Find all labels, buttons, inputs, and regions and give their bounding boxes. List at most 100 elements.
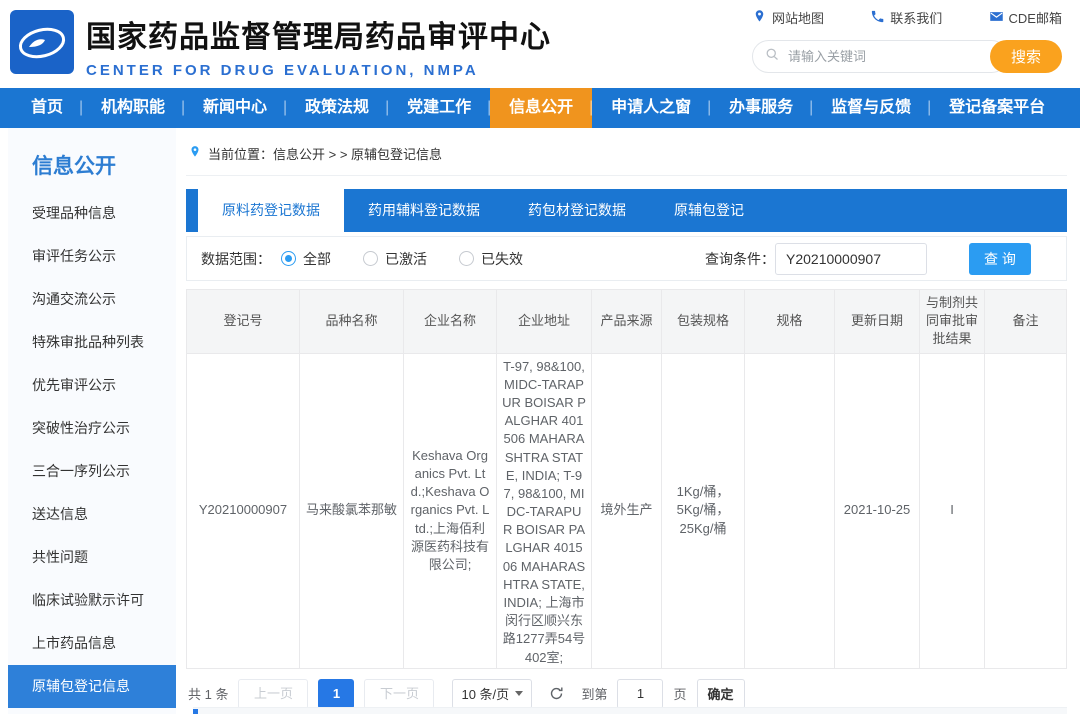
sidebar-item-clinical-trial-license[interactable]: 临床试验默示许可 — [8, 579, 176, 622]
sidebar-title: 信息公开 — [8, 150, 176, 180]
goto-page-input[interactable] — [617, 679, 663, 709]
page-size-select[interactable]: 10 条/页 — [452, 679, 532, 709]
contact-label: 联系我们 — [890, 8, 942, 27]
cell-company-address: T-97, 98&100, MIDC-TARAPUR BOISAR PALGHA… — [497, 353, 592, 668]
cell-product-name: 马来酸氯苯那敏 — [300, 353, 404, 668]
page-number-button[interactable]: 1 — [318, 679, 354, 709]
site-search-button[interactable]: 搜索 — [990, 40, 1062, 73]
contact-link[interactable]: 联系我们 — [870, 8, 942, 27]
nav-item-applicant[interactable]: 申请人之窗 — [592, 88, 710, 128]
sitemap-label: 网站地图 — [772, 8, 824, 27]
cell-reg-no: Y20210000907 — [187, 353, 300, 668]
cell-update-date: 2021-10-25 — [835, 353, 920, 668]
page-size-value: 10 条/页 — [461, 684, 509, 703]
confirm-button[interactable]: 确定 — [697, 679, 745, 709]
sidebar-item-three-in-one[interactable]: 三合一序列公示 — [8, 450, 176, 493]
sidebar-item-raw-material-registration[interactable]: 原辅包登记信息 — [8, 665, 176, 708]
tab-raw-aux-pack-registration[interactable]: 原辅包登记 — [650, 189, 768, 232]
tab-packaging-registration-data[interactable]: 药包材登记数据 — [504, 189, 650, 232]
radio-scope-all[interactable]: 全部 — [281, 249, 331, 269]
col-header-spec: 规格 — [745, 290, 835, 354]
page-unit-label: 页 — [673, 684, 686, 703]
brand: 国家药品监督管理局药品审评中心 CENTER FOR DRUG EVALUATI… — [86, 12, 551, 79]
cell-spec — [745, 353, 835, 668]
radio-unchecked-icon — [459, 251, 474, 266]
site-search: 搜索 — [752, 40, 1062, 73]
sidebar-item-priority-review[interactable]: 优先审评公示 — [8, 364, 176, 407]
next-page-button[interactable]: 下一页 — [364, 679, 434, 709]
sidebar-item-delivery-info[interactable]: 送达信息 — [8, 493, 176, 536]
mailbox-link[interactable]: CDE邮箱 — [989, 8, 1062, 27]
cde-logo-icon — [10, 10, 74, 74]
nav-item-registration-platform[interactable]: 登记备案平台 — [930, 88, 1064, 128]
col-header-approval-result: 与制剂共同审批审批结果 — [920, 290, 985, 354]
cell-company-address-text: T-97, 98&100, MIDC-TARAPUR BOISAR PALGHA… — [502, 358, 586, 664]
col-header-company-name: 企业名称 — [404, 290, 497, 354]
sidebar-item-breakthrough-therapy[interactable]: 突破性治疗公示 — [8, 407, 176, 450]
location-pin-icon — [752, 9, 767, 27]
nav-item-supervision[interactable]: 监督与反馈 — [812, 88, 930, 128]
col-header-company-address: 企业地址 — [497, 290, 592, 354]
header-right: 网站地图 联系我们 CDE邮箱 搜索 — [752, 8, 1062, 73]
nav-item-functions[interactable]: 机构职能 — [82, 88, 184, 128]
radio-scope-activated-label: 已激活 — [385, 249, 427, 269]
site-title: 国家药品监督管理局药品审评中心 — [86, 12, 551, 56]
tab-api-registration-data[interactable]: 原料药登记数据 — [198, 189, 344, 232]
body: 信息公开 受理品种信息 审评任务公示 沟通交流公示 特殊审批品种列表 优先审评公… — [0, 128, 1080, 714]
nav-item-news[interactable]: 新闻中心 — [184, 88, 286, 128]
cell-approval-result: I — [920, 353, 985, 668]
location-pin-icon — [188, 145, 202, 162]
radio-scope-expired[interactable]: 已失效 — [459, 249, 523, 269]
breadcrumb: 当前位置：信息公开 > > 原辅包登记信息 — [186, 138, 1067, 176]
site-header: 国家药品监督管理局药品审评中心 CENTER FOR DRUG EVALUATI… — [0, 0, 1080, 88]
site-search-input[interactable] — [788, 49, 995, 64]
sidebar-item-marketed-drugs[interactable]: 上市药品信息 — [8, 622, 176, 665]
tabbar: 原料药登记数据 药用辅料登记数据 药包材登记数据 原辅包登记 — [186, 189, 1067, 232]
col-header-remark: 备注 — [985, 290, 1067, 354]
col-header-product-name: 品种名称 — [300, 290, 404, 354]
radio-scope-activated[interactable]: 已激活 — [363, 249, 427, 269]
cell-company-name: Keshava Organics Pvt. Ltd.;Keshava Organ… — [404, 353, 497, 668]
cell-source: 境外生产 — [592, 353, 662, 668]
query-input[interactable] — [775, 243, 927, 275]
total-count: 共 1 条 — [188, 684, 228, 703]
col-header-update-date: 更新日期 — [835, 290, 920, 354]
cell-company-name-text: Keshava Organics Pvt. Ltd.;Keshava Organ… — [409, 447, 491, 574]
goto-label: 到第 — [581, 684, 607, 703]
sidebar-item-communication[interactable]: 沟通交流公示 — [8, 278, 176, 321]
table-header-row: 登记号 品种名称 企业名称 企业地址 产品来源 包装规格 规格 更新日期 与制剂… — [187, 290, 1067, 354]
site-search-box[interactable] — [752, 40, 1008, 73]
sidebar-item-special-approval[interactable]: 特殊审批品种列表 — [8, 321, 176, 364]
mailbox-label: CDE邮箱 — [1009, 8, 1062, 27]
sidebar-item-accepted-varieties[interactable]: 受理品种信息 — [8, 192, 176, 235]
tab-excipient-registration-data[interactable]: 药用辅料登记数据 — [344, 189, 504, 232]
col-header-source: 产品来源 — [592, 290, 662, 354]
col-header-reg-no: 登记号 — [187, 290, 300, 354]
filter-bar: 数据范围： 全部 已激活 已失效 查询条件： 查 询 — [186, 236, 1067, 281]
nav-item-info-disclosure[interactable]: 信息公开 — [490, 88, 592, 128]
nav-item-home[interactable]: 首页 — [12, 88, 82, 128]
caret-down-icon — [515, 691, 523, 696]
sidebar-item-common-issues[interactable]: 共性问题 — [8, 536, 176, 579]
refresh-icon[interactable] — [548, 685, 565, 702]
cell-remark — [985, 353, 1067, 668]
col-header-package: 包装规格 — [662, 290, 745, 354]
envelope-icon — [989, 9, 1004, 27]
quick-links: 网站地图 联系我们 CDE邮箱 — [752, 8, 1062, 27]
prev-page-button[interactable]: 上一页 — [238, 679, 308, 709]
registration-table: 登记号 品种名称 企业名称 企业地址 产品来源 包装规格 规格 更新日期 与制剂… — [186, 289, 1067, 669]
main-nav: 首页 机构职能 新闻中心 政策法规 党建工作 信息公开 申请人之窗 办事服务 监… — [0, 88, 1080, 128]
sidebar-item-review-tasks[interactable]: 审评任务公示 — [8, 235, 176, 278]
next-section-edge — [193, 707, 1067, 714]
search-icon — [765, 47, 780, 67]
nav-item-party[interactable]: 党建工作 — [388, 88, 490, 128]
radio-unchecked-icon — [363, 251, 378, 266]
sidebar: 信息公开 受理品种信息 审评任务公示 沟通交流公示 特殊审批品种列表 优先审评公… — [8, 128, 176, 714]
sitemap-link[interactable]: 网站地图 — [752, 8, 824, 27]
query-label: 查询条件： — [705, 249, 775, 269]
query-button[interactable]: 查 询 — [969, 243, 1031, 275]
main-content: 当前位置：信息公开 > > 原辅包登记信息 原料药登记数据 药用辅料登记数据 药… — [176, 128, 1080, 714]
cell-package: 1Kg/桶，5Kg/桶，25Kg/桶 — [662, 353, 745, 668]
nav-item-services[interactable]: 办事服务 — [710, 88, 812, 128]
nav-item-policy[interactable]: 政策法规 — [286, 88, 388, 128]
